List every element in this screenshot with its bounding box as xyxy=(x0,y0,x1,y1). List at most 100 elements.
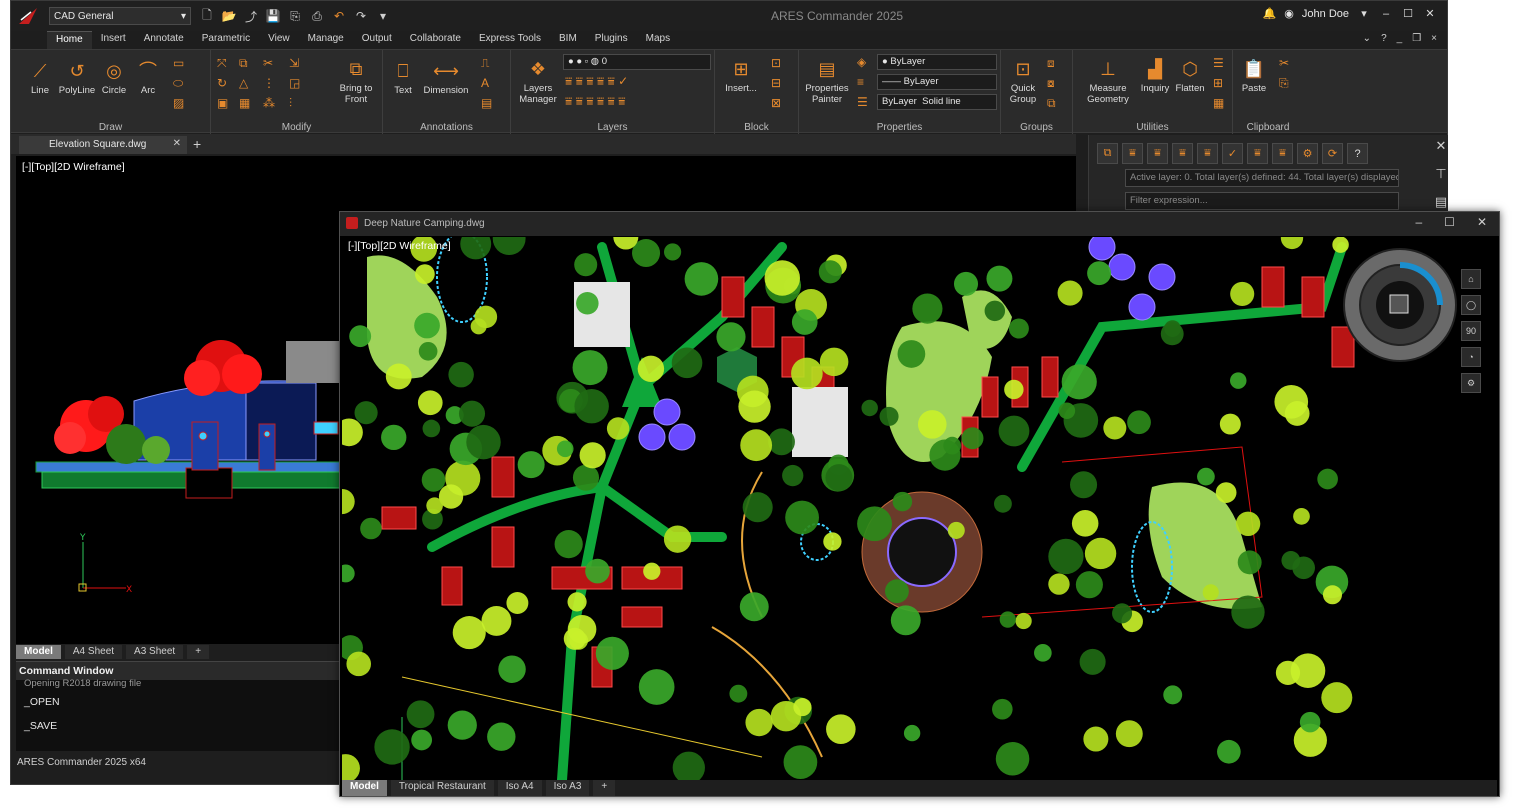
insert-block-button[interactable]: ⊞ Insert... xyxy=(719,58,763,94)
leader-icon[interactable]: ⎍ xyxy=(481,56,489,71)
tab-view[interactable]: View xyxy=(259,31,299,49)
id-point-icon[interactable]: ⊞ xyxy=(1213,76,1223,90)
cut-icon[interactable]: ✂ xyxy=(1279,56,1289,70)
layers-manager-button[interactable]: ❖ Layers Manager xyxy=(515,58,561,105)
flatten-button[interactable]: ⬡ Flatten xyxy=(1173,58,1207,94)
help-icon[interactable]: ? xyxy=(1381,33,1387,44)
layer-new-vp-icon[interactable]: ⩸ xyxy=(1122,143,1143,164)
layer-freeze-icon[interactable]: ⩸ xyxy=(1172,143,1193,164)
color-select[interactable]: ● ByLayer xyxy=(877,54,997,70)
nav-settings-icon[interactable]: ⚙ xyxy=(1461,373,1481,393)
zoom-level[interactable]: 90 xyxy=(1461,321,1481,341)
tab-home[interactable]: Home xyxy=(47,31,92,49)
circle-button[interactable]: ◎ Circle xyxy=(97,60,131,96)
text-button[interactable]: ⎕ Text xyxy=(389,60,417,96)
tab-parametric[interactable]: Parametric xyxy=(193,31,259,49)
stretch-icon[interactable]: ⇲ xyxy=(289,56,299,70)
line-button[interactable]: ⟋ Line xyxy=(25,60,55,96)
viewport-label[interactable]: [-][Top][2D Wireframe] xyxy=(348,240,451,252)
open-file-icon[interactable]: 📂 xyxy=(221,8,237,24)
minimize-button[interactable]: – xyxy=(1379,8,1393,20)
properties-painter-button[interactable]: ▤ Properties Painter xyxy=(803,58,851,105)
orbit-icon[interactable]: ◯ xyxy=(1461,295,1481,315)
create-block-icon[interactable]: ⊡ xyxy=(771,56,781,70)
table-icon[interactable]: ▤ xyxy=(481,96,492,110)
new-layer-icon[interactable]: ⧉ xyxy=(1097,143,1118,164)
open-icon[interactable]: ⤴ xyxy=(243,8,259,24)
set-current-icon[interactable]: ✓ xyxy=(1222,143,1243,164)
properties-palette-icon[interactable]: ▤ xyxy=(1430,191,1452,213)
redo-icon[interactable]: ↷ xyxy=(353,8,369,24)
layout-tab-model[interactable]: Model xyxy=(16,645,61,659)
bring-to-front-button[interactable]: ⧉ Bring to Front xyxy=(331,58,381,105)
tab-express-tools[interactable]: Express Tools xyxy=(470,31,550,49)
rectangle-icon[interactable]: ▭ xyxy=(173,56,184,70)
dimension-button[interactable]: ⟷ Dimension xyxy=(421,60,471,96)
measure-geometry-button[interactable]: ⊥ Measure Geometry xyxy=(1081,58,1135,105)
notification-bell-icon[interactable]: 🔔 xyxy=(1263,7,1277,20)
command-window[interactable]: Command Window Opening R2018 drawing fil… xyxy=(16,661,346,751)
print-icon[interactable]: ⎙ xyxy=(309,8,325,24)
window-menu-icon[interactable]: ▾ xyxy=(1357,7,1371,20)
help-icon[interactable]: ? xyxy=(1347,143,1368,164)
layer-tool-icon[interactable]: ⩸ ⩸ ⩸ ⩸ ⩸ ⩸ xyxy=(565,94,625,109)
tab-manage[interactable]: Manage xyxy=(299,31,353,49)
rotate-icon[interactable]: ↻ xyxy=(217,76,227,90)
minimize-button[interactable]: – xyxy=(1415,215,1422,229)
tab-bim[interactable]: BIM xyxy=(550,31,586,49)
ellipse-icon[interactable]: ⬭ xyxy=(173,76,183,91)
array-icon[interactable]: ▦ xyxy=(239,96,250,110)
filter-expression-input[interactable]: Filter expression... xyxy=(1125,192,1399,210)
copy-clip-icon[interactable]: ⎘ xyxy=(1279,76,1289,91)
close-tab-icon[interactable]: ✕ xyxy=(173,138,181,149)
workspace-select[interactable]: CAD General ▾ xyxy=(49,7,191,25)
home-view-icon[interactable]: ⌂ xyxy=(1461,269,1481,289)
tab-output[interactable]: Output xyxy=(353,31,401,49)
text-style-icon[interactable]: A xyxy=(481,76,489,90)
tab-collaborate[interactable]: Collaborate xyxy=(401,31,470,49)
lineweight-select[interactable]: ByLayer Solid line xyxy=(877,94,997,110)
linetype-select[interactable]: —— ByLayer xyxy=(877,74,997,90)
hatch-icon[interactable]: ▨ xyxy=(173,96,184,110)
close-palette-icon[interactable]: ✕ xyxy=(1430,135,1452,157)
layout-tab-tropical-restaurant[interactable]: Tropical Restaurant xyxy=(390,780,494,796)
layer-delete-icon[interactable]: ⩸ xyxy=(1147,143,1168,164)
doc-minimize-button[interactable]: _ xyxy=(1397,33,1403,44)
move-icon[interactable]: ⤧ xyxy=(217,56,227,71)
pan-icon[interactable]: ◔ xyxy=(1461,347,1481,367)
app-logo[interactable] xyxy=(11,1,45,31)
ungroup-icon[interactable]: ⧇ xyxy=(1047,76,1055,91)
layer-filter-icon[interactable]: ⩸ xyxy=(1247,143,1268,164)
settings-icon[interactable]: ⚙ xyxy=(1297,143,1318,164)
inquiry-button[interactable]: ▟ Inquiry xyxy=(1137,58,1173,94)
layer-tool-icon[interactable]: ⩸ ⩸ ⩸ ⩸ ⩸ ✓ xyxy=(565,74,628,89)
edit-block-icon[interactable]: ⊟ xyxy=(771,76,781,90)
group-edit-icon[interactable]: ⧉ xyxy=(1047,96,1056,111)
maximize-button[interactable]: ☐ xyxy=(1401,7,1415,20)
add-layout-icon[interactable]: + xyxy=(593,780,616,796)
view-cube-wheel[interactable] xyxy=(1340,245,1460,365)
fillet-icon[interactable]: ◲ xyxy=(289,76,300,90)
layer-states-icon[interactable]: ⩸ xyxy=(1197,143,1218,164)
maximize-button[interactable]: ☐ xyxy=(1444,215,1455,229)
site-plan-viewport[interactable]: [-][Top][2D Wireframe] ⌂ ◯ 90 ◔ ⚙ xyxy=(329,222,1497,785)
attribute-icon[interactable]: ⊠ xyxy=(771,96,781,110)
copy-icon[interactable]: ⧉ xyxy=(239,56,248,71)
offset-icon[interactable]: ⋮ xyxy=(263,76,275,90)
layer-walk-icon[interactable]: ⩸ xyxy=(1272,143,1293,164)
layout-tab-a3[interactable]: A3 Sheet xyxy=(126,645,184,659)
group-icon[interactable]: ⧈ xyxy=(1047,56,1055,71)
layout-tab-iso-a4[interactable]: Iso A4 xyxy=(497,780,542,796)
layout-tab-model[interactable]: Model xyxy=(342,780,387,796)
layer-select[interactable]: ● ● ▫ ◍ 0 xyxy=(563,54,711,70)
explode-icon[interactable]: ⁂ xyxy=(263,96,275,110)
new-file-icon[interactable]: 🗋 xyxy=(199,8,215,24)
doc-tab-elevation[interactable]: Elevation Square.dwg ✕ xyxy=(19,136,187,154)
tab-annotate[interactable]: Annotate xyxy=(135,31,193,49)
mirror-icon[interactable]: △ xyxy=(239,76,248,90)
refresh-icon[interactable]: ⟳ xyxy=(1322,143,1343,164)
polyline-button[interactable]: ↺ PolyLine xyxy=(55,60,99,96)
doc-close-button[interactable]: × xyxy=(1431,33,1437,44)
list-icon[interactable]: ☰ xyxy=(1213,56,1224,70)
save-icon[interactable]: 💾 xyxy=(265,8,281,24)
